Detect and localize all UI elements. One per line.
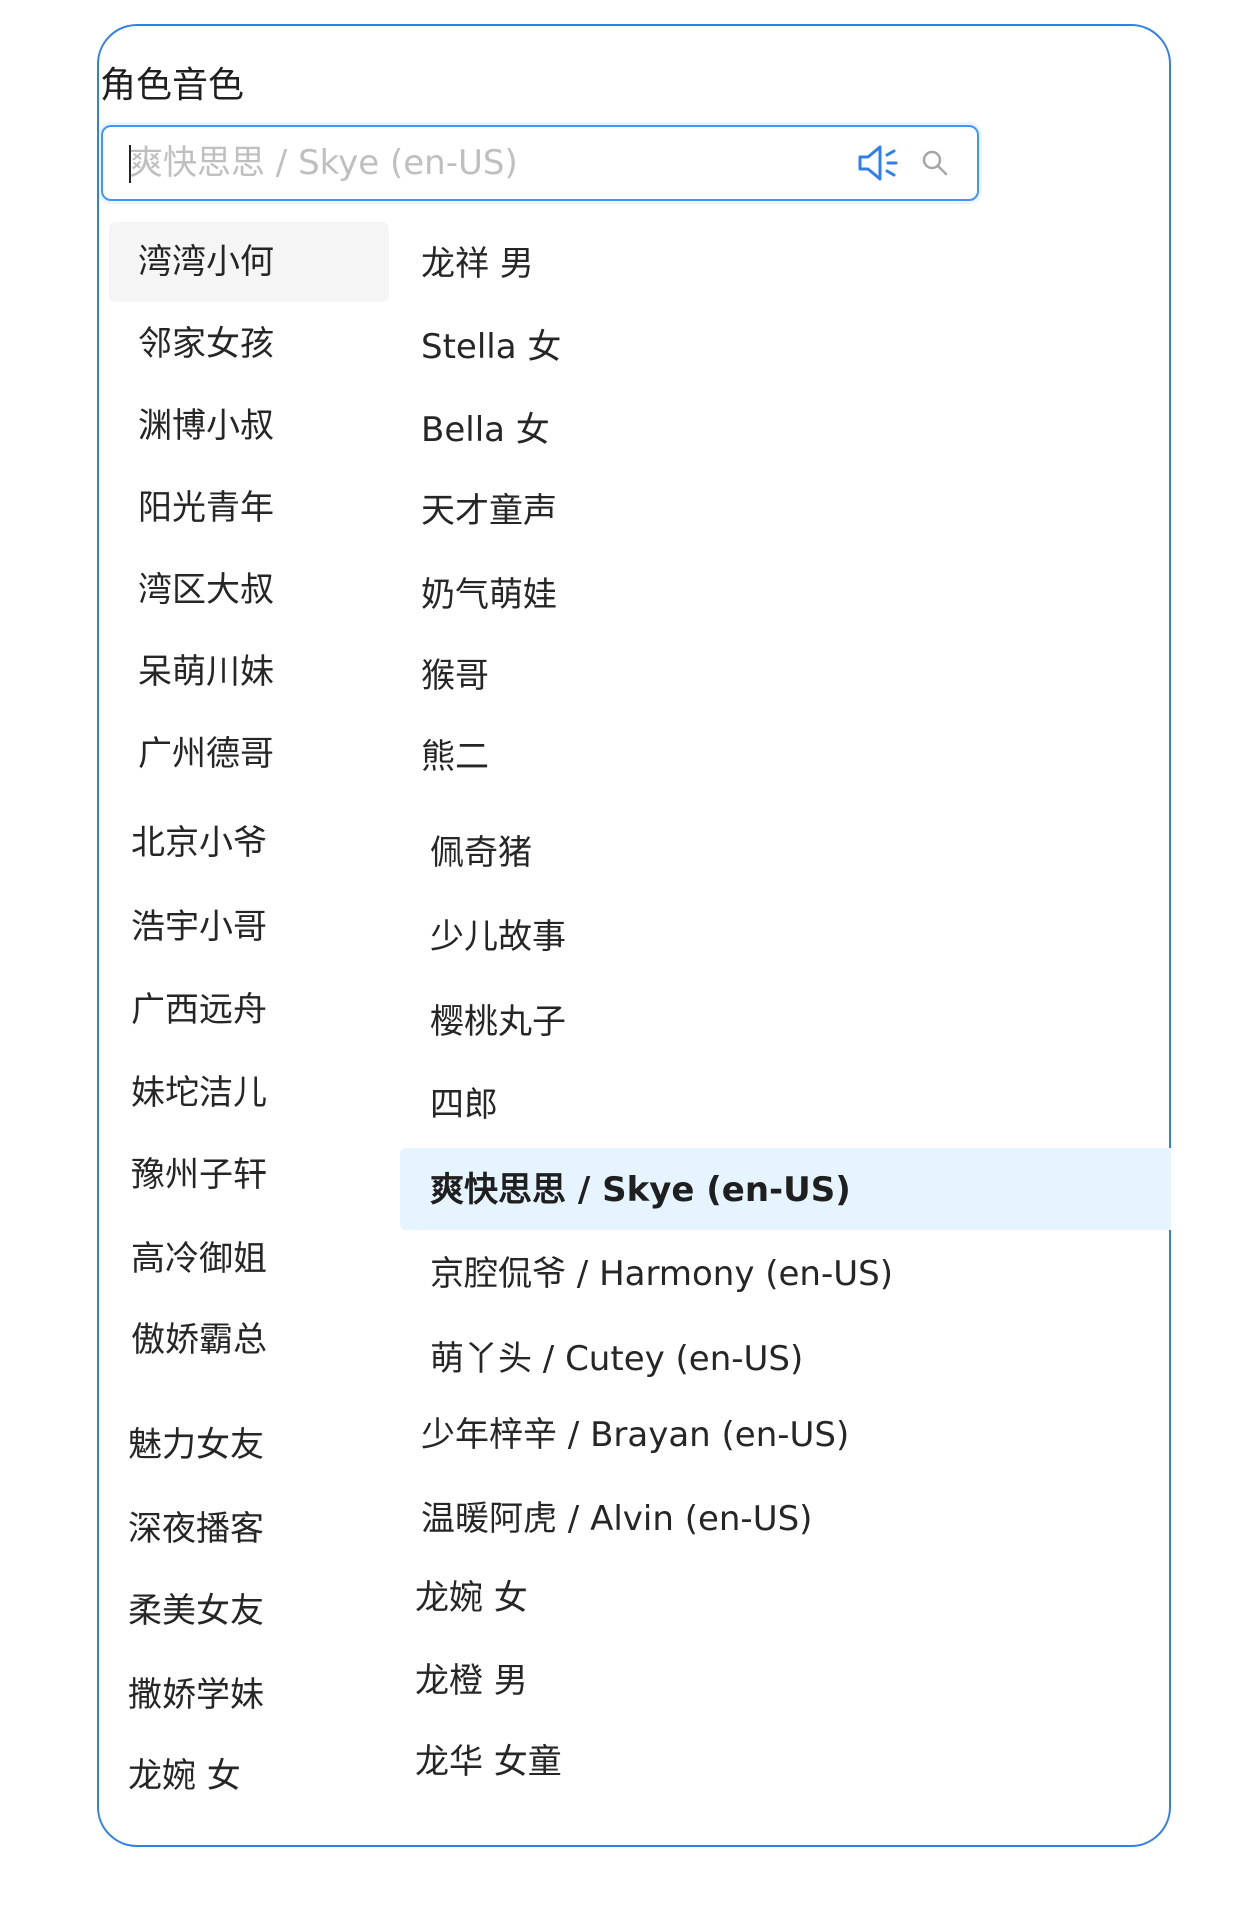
voice-search-input[interactable] bbox=[129, 139, 809, 187]
voice-option-selected[interactable]: 爽快思思 / Skye (en-US) bbox=[430, 1173, 851, 1207]
voice-option[interactable]: 猴哥 bbox=[421, 659, 489, 693]
voice-option[interactable]: 少年梓辛 / Brayan (en-US) bbox=[421, 1418, 849, 1452]
voice-option[interactable]: 柔美女友 bbox=[128, 1594, 264, 1628]
voice-search-box[interactable] bbox=[101, 125, 979, 201]
voice-option[interactable]: 龙橙 男 bbox=[415, 1664, 528, 1698]
voice-option[interactable]: 四郎 bbox=[430, 1088, 498, 1122]
voice-option[interactable]: 豫州子轩 bbox=[131, 1158, 267, 1192]
voice-option[interactable]: 湾湾小何 bbox=[138, 245, 274, 279]
voice-option[interactable]: 北京小爷 bbox=[131, 826, 267, 860]
voice-option[interactable]: 熊二 bbox=[421, 740, 489, 774]
voice-option[interactable]: Bella 女 bbox=[421, 413, 550, 447]
voice-option[interactable]: Stella 女 bbox=[421, 330, 561, 364]
voice-option[interactable]: 龙祥 男 bbox=[421, 247, 534, 281]
voice-option[interactable]: 佩奇猪 bbox=[430, 836, 532, 870]
text-caret bbox=[129, 145, 131, 183]
field-label: 角色音色 bbox=[100, 65, 245, 106]
voice-option[interactable]: 龙婉 女 bbox=[128, 1759, 241, 1793]
voice-option[interactable]: 阳光青年 bbox=[138, 491, 274, 525]
voice-option[interactable]: 龙华 女童 bbox=[415, 1745, 562, 1779]
voice-option[interactable]: 高冷御姐 bbox=[131, 1242, 267, 1276]
voice-option[interactable]: 少儿故事 bbox=[430, 920, 566, 954]
voice-option[interactable]: 傲娇霸总 bbox=[131, 1323, 267, 1357]
voice-option[interactable]: 撒娇学妹 bbox=[128, 1678, 264, 1712]
voice-option[interactable]: 天才童声 bbox=[421, 494, 557, 528]
speaker-icon[interactable] bbox=[856, 143, 900, 183]
voice-option[interactable]: 樱桃丸子 bbox=[430, 1005, 566, 1039]
voice-option[interactable]: 奶气萌娃 bbox=[421, 578, 557, 612]
voice-option[interactable]: 浩宇小哥 bbox=[131, 910, 267, 944]
search-icon[interactable] bbox=[921, 149, 949, 177]
voice-option[interactable]: 京腔侃爷 / Harmony (en-US) bbox=[430, 1257, 893, 1291]
voice-option[interactable]: 广西远舟 bbox=[131, 993, 267, 1027]
voice-option[interactable]: 广州德哥 bbox=[138, 737, 274, 771]
voice-option[interactable]: 湾区大叔 bbox=[138, 573, 274, 607]
voice-option[interactable]: 渊博小叔 bbox=[138, 409, 274, 443]
voice-option[interactable]: 龙婉 女 bbox=[415, 1581, 528, 1615]
voice-option[interactable]: 妹坨洁儿 bbox=[131, 1076, 267, 1110]
voice-option[interactable]: 魅力女友 bbox=[128, 1428, 264, 1462]
voice-option[interactable]: 温暖阿虎 / Alvin (en-US) bbox=[421, 1502, 812, 1536]
voice-option[interactable]: 萌丫头 / Cutey (en-US) bbox=[430, 1342, 803, 1376]
voice-option[interactable]: 深夜播客 bbox=[128, 1512, 264, 1546]
voice-option[interactable]: 邻家女孩 bbox=[138, 327, 274, 361]
voice-option[interactable]: 呆萌川妹 bbox=[138, 655, 274, 689]
